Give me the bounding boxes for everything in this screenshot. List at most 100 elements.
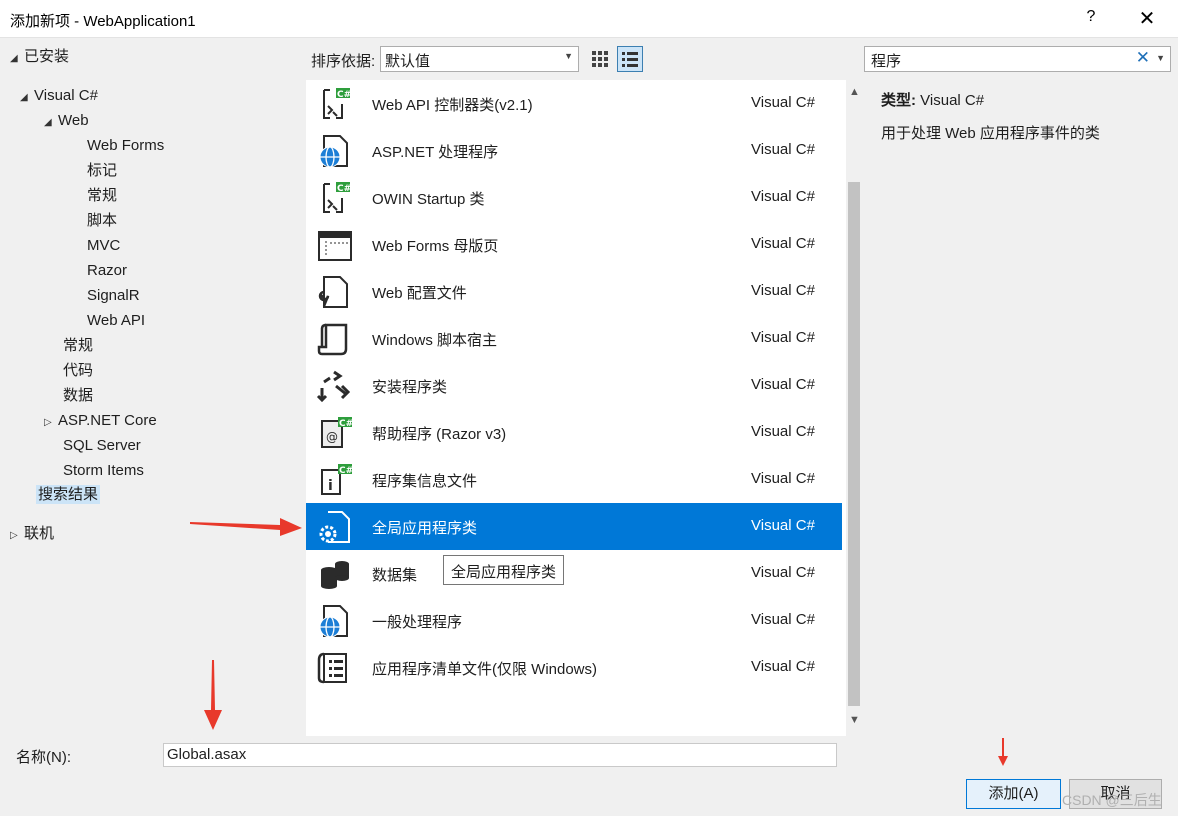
type-line: 类型: Visual C# bbox=[881, 89, 1161, 110]
tree-item-general[interactable]: 常规 bbox=[63, 335, 93, 359]
template-row[interactable]: ASP.NET 处理程序 Visual C# bbox=[306, 127, 842, 174]
template-language: Visual C# bbox=[751, 470, 815, 487]
template-name: 应用程序清单文件(仅限 Windows) bbox=[372, 661, 598, 678]
close-button[interactable]: ✕ bbox=[1134, 6, 1160, 32]
tree-item-razor[interactable]: Razor bbox=[87, 260, 127, 284]
tooltip: 全局应用程序类 bbox=[443, 555, 565, 585]
tree-item-mvc[interactable]: MVC bbox=[87, 235, 120, 259]
tree-item-script[interactable]: 脚本 bbox=[87, 210, 117, 234]
chevron-down-icon[interactable]: ▼ bbox=[1156, 53, 1165, 63]
script-host-icon bbox=[317, 323, 348, 356]
list-view-button[interactable] bbox=[617, 46, 643, 72]
grid-view-button[interactable] bbox=[587, 46, 613, 72]
template-language: Visual C# bbox=[751, 94, 815, 111]
tree-item-markup[interactable]: 标记 bbox=[87, 160, 117, 184]
tree-item-aspnet-core[interactable]: ▷ ASP.NET Core bbox=[44, 410, 157, 434]
globe-handler-icon bbox=[319, 605, 348, 638]
expanded-arrow-icon: ◢ bbox=[44, 117, 52, 128]
tree-item-web-forms[interactable]: Web Forms bbox=[87, 135, 164, 159]
tree-item-web-api[interactable]: Web API bbox=[87, 310, 145, 334]
config-file-icon bbox=[318, 276, 348, 308]
vertical-scrollbar[interactable]: ▲ ▼ bbox=[846, 80, 864, 736]
window-title: 添加新项 - WebApplication1 bbox=[10, 13, 196, 30]
scroll-down-icon[interactable]: ▼ bbox=[849, 714, 860, 726]
search-input[interactable]: 程序 ✕ ▼ bbox=[864, 46, 1171, 72]
template-row[interactable]: C# i 程序集信息文件 Visual C# bbox=[306, 456, 842, 503]
csharp-class-icon: C# bbox=[323, 182, 351, 213]
template-row[interactable]: 数据集 Visual C# bbox=[306, 550, 842, 597]
red-arrow-icon bbox=[204, 660, 222, 730]
tree-label: 联机 bbox=[24, 525, 55, 542]
title-bar: 添加新项 - WebApplication1 ? ✕ bbox=[0, 0, 1178, 38]
svg-text:i: i bbox=[328, 478, 333, 494]
name-label: 名称(N): bbox=[16, 749, 71, 766]
description: 用于处理 Web 应用程序事件的类 bbox=[881, 125, 1100, 142]
csharp-class-icon: C# bbox=[323, 88, 351, 119]
template-list: C# Web API 控制器类(v2.1) Visual C# ASP.NET 处理程… bbox=[306, 80, 864, 736]
template-row[interactable]: 应用程序清单文件(仅限 Windows) Visual C# bbox=[306, 644, 842, 691]
tree-label: Web bbox=[58, 112, 89, 129]
watermark: CSDN @三后生 bbox=[1062, 792, 1162, 808]
template-row[interactable]: Web 配置文件 Visual C# bbox=[306, 268, 842, 315]
template-language: Visual C# bbox=[751, 282, 815, 299]
template-row[interactable]: 安装程序类 Visual C# bbox=[306, 362, 842, 409]
template-row[interactable]: 一般处理程序 Visual C# bbox=[306, 597, 842, 644]
template-name: Web 配置文件 bbox=[372, 285, 467, 302]
scroll-thumb[interactable] bbox=[848, 182, 860, 706]
tree-label: ASP.NET Core bbox=[58, 412, 157, 429]
template-row[interactable]: C# OWIN Startup 类 Visual C# bbox=[306, 174, 842, 221]
template-name: 一般处理程序 bbox=[372, 614, 463, 631]
tree-item-visual-csharp[interactable]: ◢ Visual C# bbox=[20, 85, 98, 109]
tree-item-installed[interactable]: ◢ 已安装 bbox=[10, 46, 69, 70]
template-language: Visual C# bbox=[751, 658, 815, 675]
add-button[interactable]: 添加(A) bbox=[966, 779, 1061, 809]
template-language: Visual C# bbox=[751, 423, 815, 440]
tree-label: 搜索结果 bbox=[36, 485, 101, 504]
name-field[interactable]: Global.asax bbox=[163, 743, 837, 767]
template-row[interactable]: Windows 脚本宿主 Visual C# bbox=[306, 315, 842, 362]
template-name: 数据集 bbox=[372, 567, 418, 584]
help-button[interactable]: ? bbox=[1080, 8, 1102, 30]
template-name: Web Forms 母版页 bbox=[372, 238, 499, 255]
tree-item-code[interactable]: 代码 bbox=[63, 360, 93, 384]
template-row[interactable]: C# @ 帮助程序 (Razor v3) Visual C# bbox=[306, 409, 842, 456]
assembly-info-icon: C# i bbox=[321, 464, 352, 495]
scroll-up-icon[interactable]: ▲ bbox=[849, 86, 860, 98]
red-arrow-icon bbox=[190, 518, 302, 536]
tree-item-web[interactable]: ◢ Web bbox=[44, 110, 89, 134]
tree-item-signalr[interactable]: SignalR bbox=[87, 285, 140, 309]
template-name: 安装程序类 bbox=[372, 379, 448, 396]
svg-text:C#: C# bbox=[339, 466, 352, 476]
tree-item-storm-items[interactable]: Storm Items bbox=[63, 460, 144, 484]
tree-item-online[interactable]: ▷ 联机 bbox=[10, 523, 54, 547]
master-page-icon bbox=[318, 231, 352, 261]
template-language: Visual C# bbox=[751, 188, 815, 205]
template-language: Visual C# bbox=[751, 517, 815, 534]
svg-text:@: @ bbox=[326, 430, 338, 444]
tree-item-data[interactable]: 数据 bbox=[63, 385, 93, 409]
search-value: 程序 bbox=[871, 53, 902, 70]
template-language: Visual C# bbox=[751, 141, 815, 158]
collapsed-arrow-icon: ▷ bbox=[10, 530, 18, 541]
tree-item-sql-server[interactable]: SQL Server bbox=[63, 435, 141, 459]
tree-item-web-general[interactable]: 常规 bbox=[87, 185, 117, 209]
global-app-icon bbox=[319, 511, 350, 543]
template-row[interactable]: 全局应用程序类 Visual C# bbox=[306, 503, 842, 550]
template-name: 程序集信息文件 bbox=[372, 473, 478, 490]
template-row[interactable]: C# Web API 控制器类(v2.1) Visual C# bbox=[306, 80, 842, 127]
template-name: 帮助程序 (Razor v3) bbox=[372, 426, 507, 443]
template-name: Web API 控制器类(v2.1) bbox=[372, 97, 533, 114]
sort-label: 排序依据: bbox=[311, 53, 376, 70]
template-language: Visual C# bbox=[751, 611, 815, 628]
chevron-down-icon: ▼ bbox=[564, 51, 573, 61]
template-row[interactable]: Web Forms 母版页 Visual C# bbox=[306, 221, 842, 268]
tree-item-search-results[interactable]: 搜索结果 bbox=[36, 484, 101, 508]
svg-text:C#: C# bbox=[339, 419, 352, 429]
red-arrow-icon bbox=[998, 738, 1008, 766]
sort-select[interactable]: 默认值 ▼ bbox=[380, 46, 579, 72]
tree-label: 已安装 bbox=[24, 48, 70, 65]
category-tree: ◢ 已安装 ◢ Visual C# ◢ Web Web Forms 标记 常规 脚本 … bbox=[0, 38, 305, 736]
manifest-icon bbox=[317, 652, 347, 684]
clear-search-icon[interactable]: ✕ bbox=[1136, 48, 1150, 68]
sort-value: 默认值 bbox=[385, 53, 431, 70]
